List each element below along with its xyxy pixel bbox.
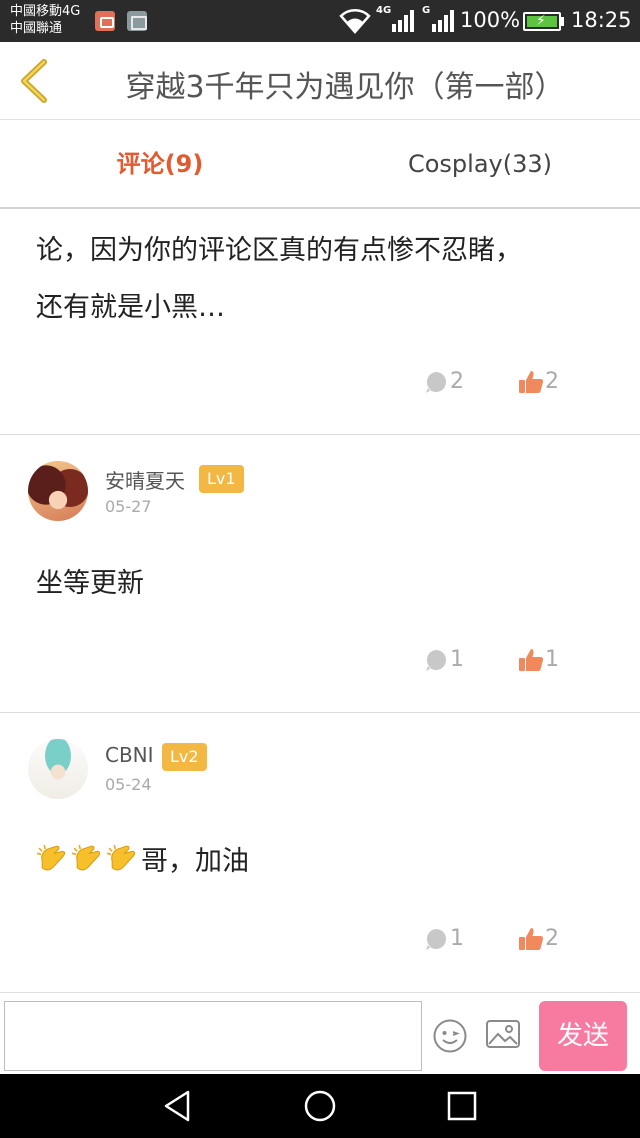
comment-date: 05-24	[105, 775, 152, 794]
comment-date: 05-27	[105, 497, 152, 516]
thumbs-up-icon	[519, 371, 544, 393]
send-button[interactable]: 发送	[539, 1001, 627, 1071]
battery-icon: ⚡	[523, 12, 561, 31]
status-bar: 中國移動4G 中國聯通 4G G 100% ⚡ 18:25	[0, 0, 640, 42]
username[interactable]: CBNI	[105, 743, 154, 767]
comment-text-line: 论，因为你的评论区真的有点惨不忍睹，	[36, 235, 522, 266]
thumbs-up-icon	[519, 928, 544, 950]
clapping-hands-icon	[106, 844, 136, 871]
comment-text-line: 还有就是小黑…	[36, 292, 225, 323]
system-navigation-bar	[0, 1074, 640, 1138]
comment-input-bar: 发送	[0, 992, 640, 1074]
like-count: 2	[545, 369, 559, 394]
level-badge: Lv1	[199, 465, 244, 493]
battery-percent: 100%	[460, 8, 521, 32]
tab-cosplay[interactable]: Cosplay(33)	[320, 121, 640, 207]
reply-count: 2	[450, 369, 464, 394]
comment-list[interactable]: 论，因为你的评论区真的有点惨不忍睹， 还有就是小黑… 2 2 安晴夏天 Lv1 …	[0, 210, 640, 992]
reply-count: 1	[450, 647, 464, 672]
clapping-hands-icon	[71, 844, 101, 871]
comment-bubble-icon	[426, 929, 446, 950]
tab-bar: 评论(9) Cosplay(33)	[0, 121, 640, 209]
comment-bubble-icon	[426, 650, 446, 671]
page-title: 穿越3千年只为遇见你（第一部）	[125, 70, 565, 105]
avatar[interactable]	[28, 461, 88, 521]
carrier-info: 中國移動4G 中國聯通	[10, 3, 80, 37]
comment-text-content: 哥，加油	[141, 846, 249, 877]
page-header: 穿越3千年只为遇见你（第一部）	[0, 42, 640, 120]
comment-text: 论，因为你的评论区真的有点惨不忍睹， 还有就是小黑…	[36, 222, 596, 336]
wifi-icon	[339, 9, 371, 34]
clock: 18:25	[571, 8, 632, 32]
thumbs-up-icon	[519, 649, 544, 671]
tab-comments[interactable]: 评论(9)	[0, 121, 320, 207]
nav-home-icon[interactable]	[302, 1088, 338, 1124]
avatar[interactable]	[28, 739, 88, 799]
comment-text: 坐等更新	[36, 568, 144, 599]
notification-app-icon	[95, 11, 115, 31]
gallery-notification-icon	[127, 11, 147, 31]
carrier-line-1: 中國移動4G	[10, 4, 81, 19]
image-icon[interactable]	[485, 1018, 521, 1050]
comment-bubble-icon	[426, 372, 446, 393]
comment-input[interactable]	[4, 1001, 422, 1071]
signal-icon-2	[432, 10, 454, 32]
app-screen: 中國移動4G 中國聯通 4G G 100% ⚡ 18:25 穿越3千年只为遇见你…	[0, 0, 640, 1138]
like-count: 1	[545, 647, 559, 672]
battery-cap	[561, 17, 564, 26]
comment-text: 哥，加油	[36, 839, 249, 878]
nav-recents-icon[interactable]	[444, 1088, 480, 1124]
signal-icon-1	[392, 10, 414, 32]
like-count: 2	[545, 926, 559, 951]
carrier-line-2: 中國聯通	[10, 21, 63, 36]
chevron-left-icon[interactable]	[14, 56, 54, 106]
reply-count: 1	[450, 926, 464, 951]
comment-item: CBNI Lv2 05-24 哥，加油 1 2	[0, 713, 640, 992]
username[interactable]: 安晴夏天	[105, 465, 185, 494]
level-badge: Lv2	[162, 743, 207, 771]
clapping-hands-icon	[36, 844, 66, 871]
comment-item: 安晴夏天 Lv1 05-27 坐等更新 1 1	[0, 435, 640, 713]
comment-item: 论，因为你的评论区真的有点惨不忍睹， 还有就是小黑… 2 2	[0, 210, 640, 435]
nav-back-icon[interactable]	[160, 1088, 196, 1124]
smiley-icon[interactable]	[432, 1018, 468, 1054]
